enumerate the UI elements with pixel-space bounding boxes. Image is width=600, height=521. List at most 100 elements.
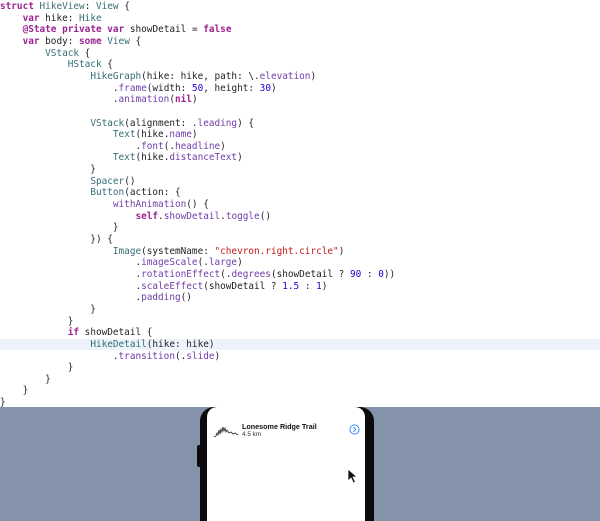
code-line[interactable]: struct HikeView: View { — [0, 1, 600, 13]
code-line[interactable]: } — [0, 222, 600, 234]
code-token: ) — [270, 82, 277, 94]
code-token: , height: — [203, 82, 260, 94]
code-line[interactable]: var hike: Hike — [0, 13, 600, 25]
code-token: animation — [118, 94, 170, 106]
code-token: (systemName: — [141, 245, 215, 257]
code-token: showDetail { — [79, 327, 153, 339]
code-line[interactable]: var body: some View { — [0, 36, 600, 48]
code-token: headline — [174, 140, 221, 152]
code-token: ) — [338, 245, 345, 257]
code-token: } — [0, 397, 6, 407]
code-line[interactable]: Text(hike.distanceText) — [0, 152, 600, 164]
code-token: ) — [310, 70, 317, 82]
code-token: Text — [112, 129, 136, 141]
code-line[interactable]: .font(.headline) — [0, 141, 600, 153]
code-line[interactable]: HikeGraph(hike: hike, path: \.elevation) — [0, 71, 600, 83]
code-line[interactable]: } — [0, 362, 600, 374]
code-line[interactable]: Image(systemName: "chevron.right.circle"… — [0, 246, 600, 258]
code-token: HikeGraph — [90, 70, 142, 82]
code-line[interactable]: } — [0, 397, 600, 407]
code-token: View — [95, 1, 119, 12]
code-token: : — [361, 268, 379, 280]
code-token: body: — [39, 35, 80, 47]
code-line[interactable] — [0, 106, 600, 118]
code-line[interactable]: .scaleEffect(showDetail ? 1.5 : 1) — [0, 281, 600, 293]
code-line[interactable]: Text(hike.name) — [0, 129, 600, 141]
code-line[interactable]: } — [0, 316, 600, 328]
code-line[interactable]: }) { — [0, 234, 600, 246]
code-line[interactable]: } — [0, 385, 600, 397]
code-line[interactable]: @State private var showDetail = false — [0, 24, 600, 36]
code-line[interactable]: .imageScale(.large) — [0, 257, 600, 269]
code-line[interactable]: withAnimation() { — [0, 199, 600, 211]
hike-name: Lonesome Ridge Trail — [242, 422, 317, 431]
code-line[interactable]: .rotationEffect(.degrees(showDetail ? 90… — [0, 269, 600, 281]
code-token: () — [180, 292, 192, 304]
chevron-right-circle-icon[interactable] — [349, 424, 360, 435]
code-token: 50 — [191, 82, 204, 94]
code-line[interactable]: Button(action: { — [0, 187, 600, 199]
code-token: () — [124, 175, 136, 187]
code-token: 90 — [349, 268, 362, 280]
code-token: HikeView — [39, 1, 85, 12]
code-token: }) { — [0, 234, 113, 245]
code-token: toggle — [225, 210, 260, 222]
code-token: . — [0, 82, 119, 94]
code-line[interactable]: .frame(width: 50, height: 30) — [0, 83, 600, 95]
code-token: } — [0, 222, 119, 234]
code-token: (hike. — [135, 152, 170, 164]
code-token: 1.5 — [282, 280, 300, 292]
code-line[interactable]: } — [0, 374, 600, 386]
code-token: showDetail — [163, 210, 221, 222]
code-line[interactable]: } — [0, 304, 600, 316]
code-line[interactable]: self.showDetail.toggle() — [0, 211, 600, 223]
hike-graph-icon — [213, 426, 239, 438]
code-line[interactable]: if showDetail { — [0, 327, 600, 339]
code-line[interactable]: HStack { — [0, 59, 600, 71]
code-token: (width: — [146, 82, 192, 94]
code-token: } — [0, 373, 51, 385]
code-line[interactable]: .animation(nil) — [0, 94, 600, 106]
code-token: . — [0, 268, 142, 280]
code-token: (. — [163, 140, 175, 152]
code-token: var — [22, 35, 40, 47]
code-token: 30 — [259, 82, 271, 94]
code-token: Hike — [79, 12, 102, 24]
code-token: (hike: hike, path: \. — [141, 70, 260, 82]
code-token: (. — [197, 257, 209, 269]
code-editor[interactable]: struct HikeView: View { var hike: Hike @… — [0, 0, 600, 407]
code-token: ) { — [237, 117, 255, 129]
device-screen[interactable]: Lonesome Ridge Trail 4.5 km — [207, 407, 365, 521]
code-token: ) — [237, 257, 243, 269]
code-line[interactable]: Spacer() — [0, 176, 600, 188]
code-token: . — [0, 257, 142, 269]
code-token: slide — [186, 350, 215, 362]
code-token: rotationEffect — [141, 268, 221, 280]
code-token: () — [259, 210, 271, 222]
code-token: imageScale — [141, 257, 198, 269]
code-token: degrees — [231, 268, 271, 280]
code-token: self — [135, 210, 159, 222]
code-line[interactable]: HikeDetail(hike: hike) — [0, 338, 600, 351]
code-line[interactable]: .transition(.slide) — [0, 351, 600, 363]
code-token: some — [79, 35, 102, 47]
code-token: (showDetail ? — [203, 280, 283, 292]
code-line[interactable]: } — [0, 164, 600, 176]
code-token: if — [67, 327, 80, 339]
code-line[interactable]: VStack(alignment: .leading) { — [0, 118, 600, 130]
code-line[interactable]: .padding() — [0, 292, 600, 304]
code-token: Button — [90, 187, 125, 199]
code-line[interactable]: VStack { — [0, 48, 600, 60]
code-token: (showDetail ? — [270, 268, 350, 280]
code-token: nil — [175, 94, 192, 106]
mouse-pointer-icon — [347, 468, 358, 484]
